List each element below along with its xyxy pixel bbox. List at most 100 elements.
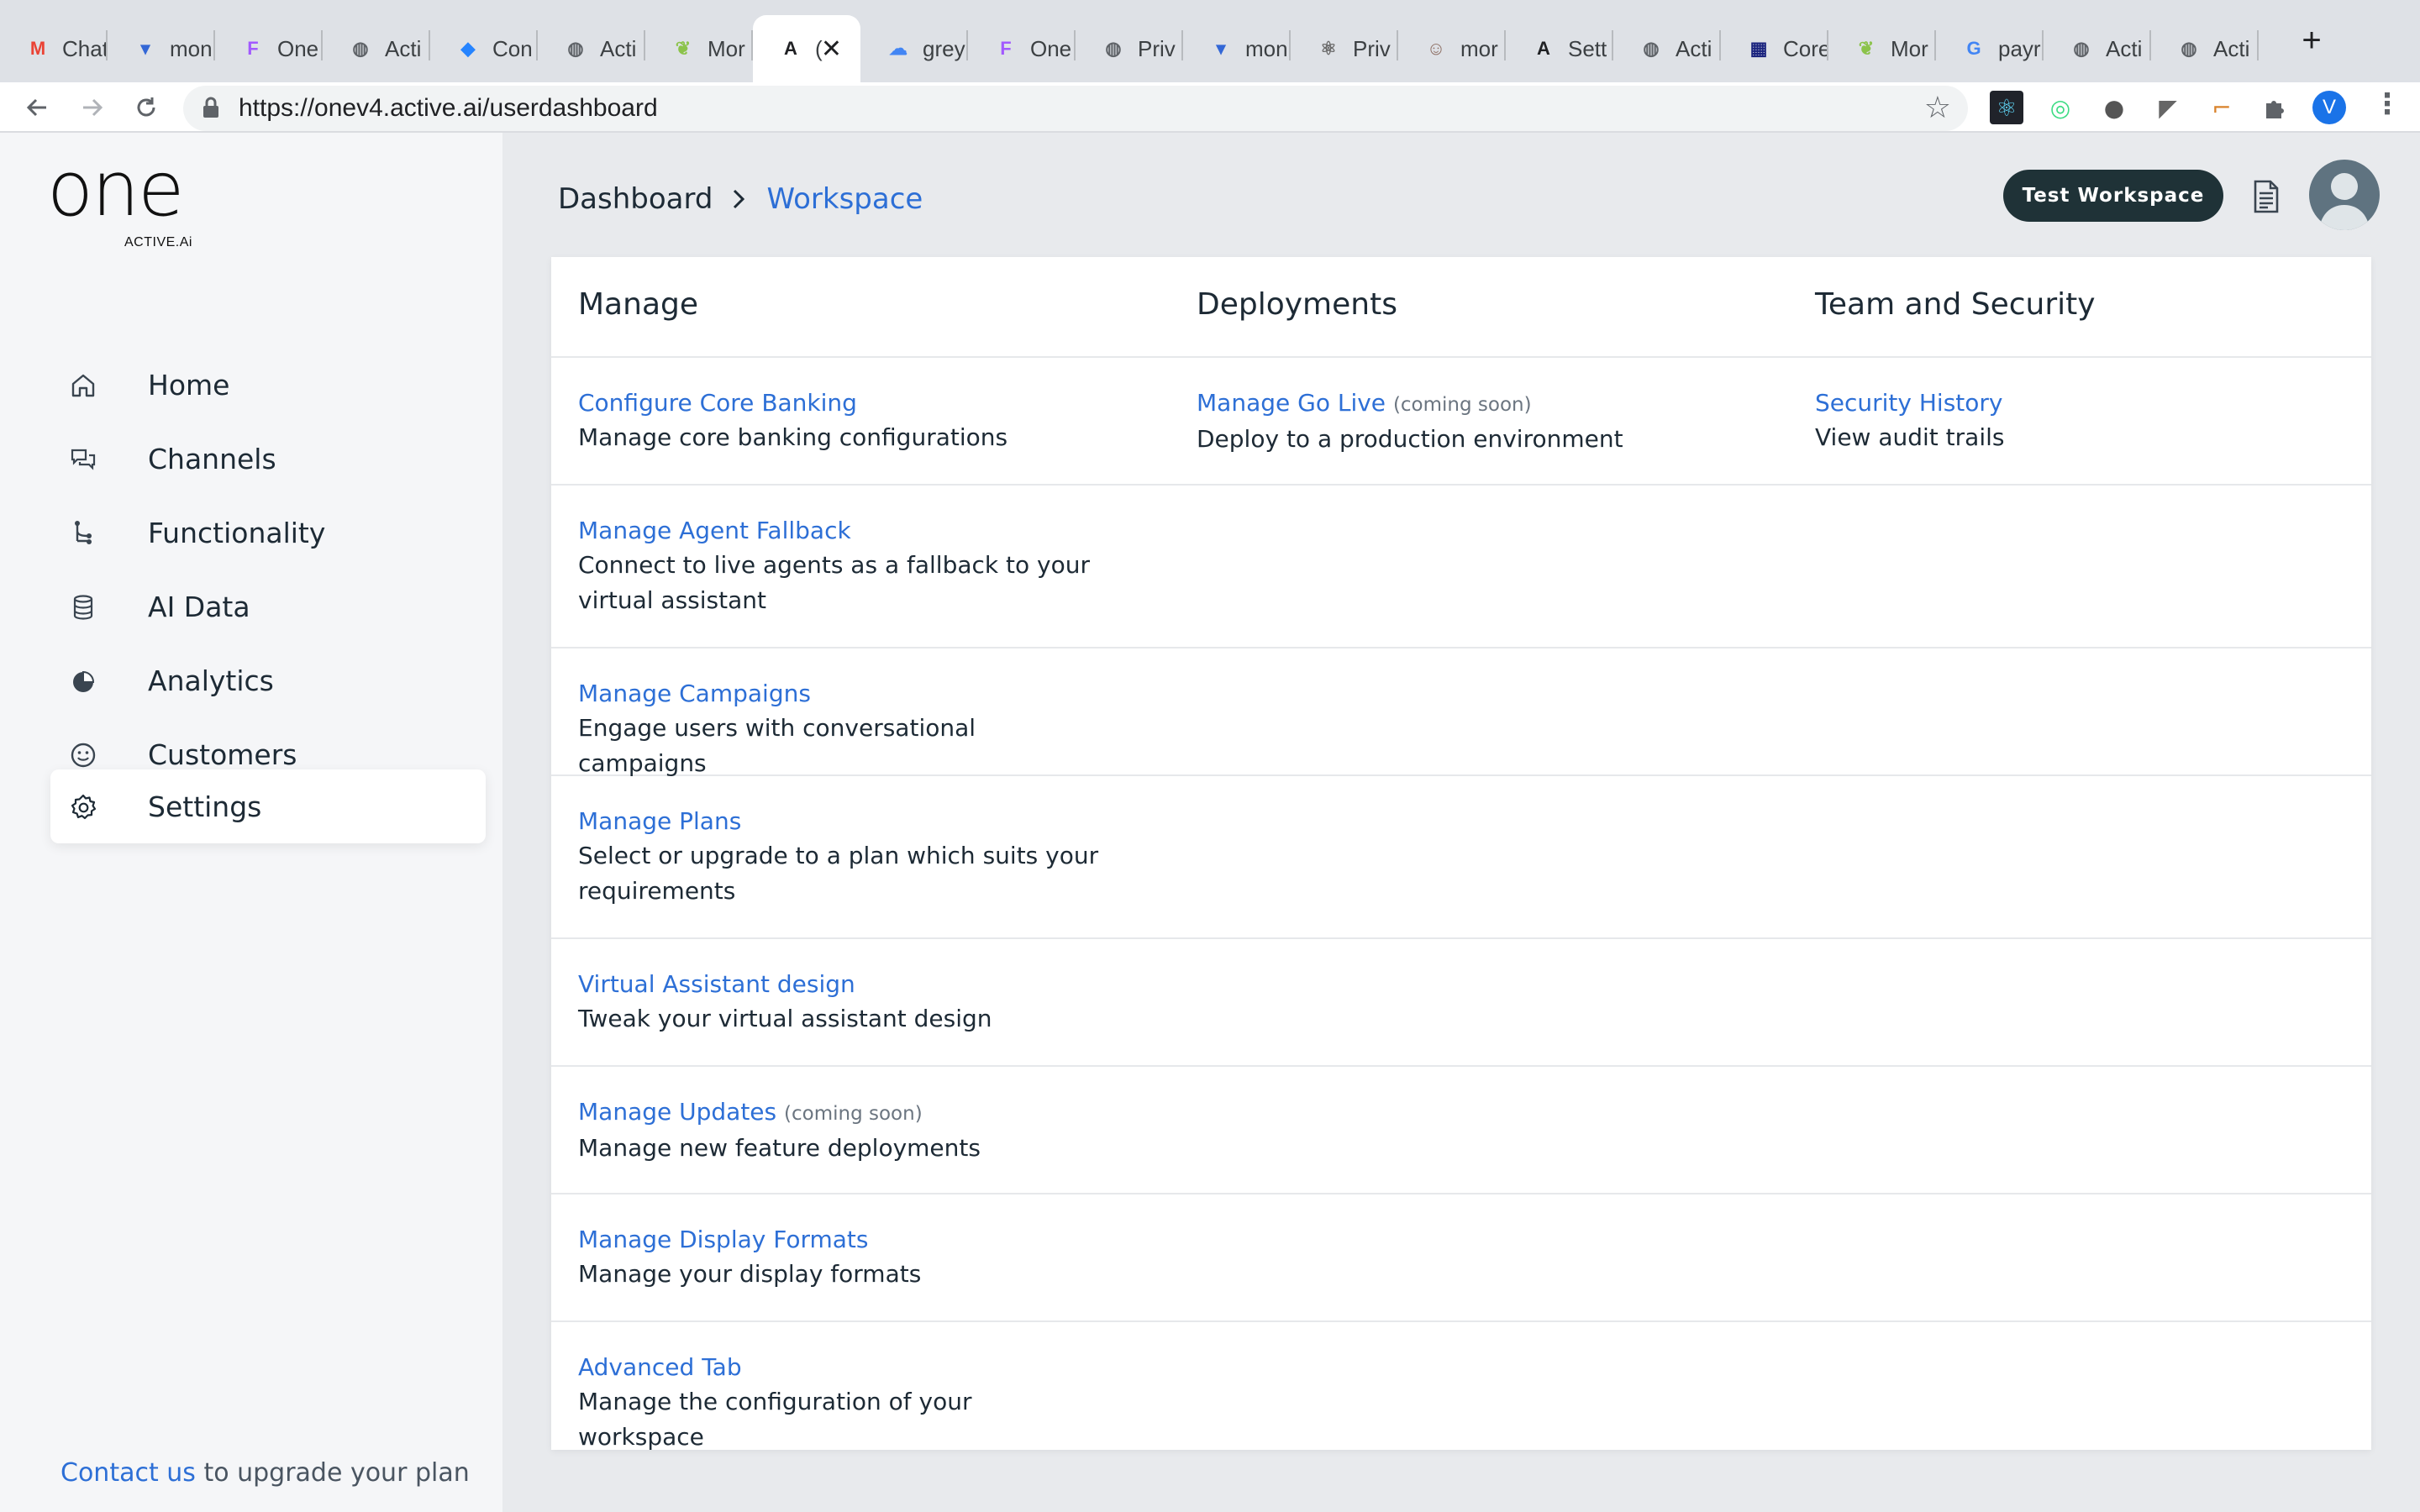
option-description: View audit trails bbox=[1815, 423, 2005, 451]
option-description: Manage new feature deployments bbox=[578, 1134, 981, 1162]
option-title[interactable]: Manage Agent Fallback bbox=[578, 514, 1099, 548]
puzzle-icon[interactable] bbox=[2259, 91, 2292, 124]
workspace-button[interactable]: Test Workspace bbox=[2003, 170, 2223, 222]
sidebar-item-settings[interactable]: Settings bbox=[50, 769, 486, 843]
gear-icon bbox=[69, 793, 97, 822]
sidebar-item-label: Customers bbox=[148, 738, 297, 771]
option-title[interactable]: Configure Core Banking bbox=[578, 386, 1099, 420]
sidebar-item-analytics[interactable]: Analytics bbox=[50, 643, 486, 717]
extension-icon[interactable]: ◤ bbox=[2151, 91, 2185, 124]
tab-title: Priv bbox=[1353, 35, 1391, 61]
favicon-icon: ◍ bbox=[1643, 38, 1660, 59]
settings-row: Manage Display Formats Manage your displ… bbox=[551, 1194, 2371, 1322]
browser-tab[interactable]: F One bbox=[215, 15, 323, 82]
sidebar-item-ai-data[interactable]: AI Data bbox=[50, 570, 486, 643]
browser-tab[interactable]: Gpayr bbox=[1936, 15, 2044, 82]
tab-title: mon bbox=[170, 35, 213, 61]
settings-option[interactable]: Manage Display Formats Manage your displ… bbox=[578, 1223, 1099, 1292]
browser-tab[interactable]: ◆ Con bbox=[430, 15, 538, 82]
extension-icon[interactable]: ◎ bbox=[2044, 91, 2077, 124]
sidebar-item-functionality[interactable]: Functionality bbox=[50, 496, 486, 570]
favicon-icon: ▾ bbox=[140, 38, 150, 59]
favicon-icon: ▾ bbox=[1216, 38, 1226, 59]
tab-title: Con bbox=[492, 35, 533, 61]
document-icon[interactable] bbox=[2252, 180, 2281, 213]
browser-tab[interactable]: ▦ Core bbox=[1721, 15, 1828, 82]
new-tab-button[interactable]: + bbox=[2294, 18, 2329, 62]
option-description: Manage your display formats bbox=[578, 1260, 922, 1288]
option-description: Deploy to a production environment bbox=[1197, 425, 1623, 453]
favicon-icon: ◆ bbox=[460, 38, 476, 59]
browser-tab[interactable]: A(✕ bbox=[753, 15, 860, 82]
flow-icon bbox=[69, 519, 97, 548]
browser-tab[interactable]: ☺ mor bbox=[1398, 15, 1506, 82]
option-title[interactable]: Manage Updates bbox=[578, 1098, 776, 1126]
browser-tab[interactable]: ❦ Mor bbox=[1828, 15, 1936, 82]
tab-title: One bbox=[277, 35, 319, 61]
settings-option[interactable]: Virtual Assistant design Tweak your virt… bbox=[578, 968, 1099, 1037]
react-devtools-icon[interactable]: ⚛ bbox=[1990, 91, 2023, 124]
sidebar-item-home[interactable]: Home bbox=[50, 348, 486, 422]
bookmark-star-icon[interactable]: ☆ bbox=[1924, 91, 1951, 125]
close-tab-icon[interactable]: ✕ bbox=[821, 34, 842, 64]
browser-tab[interactable]: ▾ mon bbox=[1183, 15, 1291, 82]
option-title[interactable]: Manage Display Formats bbox=[578, 1223, 1099, 1257]
browser-tab[interactable]: ▾ mon bbox=[108, 15, 215, 82]
settings-option[interactable]: Advanced Tab Manage the configuration of… bbox=[578, 1351, 1099, 1455]
lock-icon bbox=[202, 96, 220, 123]
address-bar[interactable]: https://onev4.active.ai/userdashboard ☆ bbox=[183, 86, 1968, 131]
favicon-icon: ◍ bbox=[2181, 38, 2197, 59]
browser-tab[interactable]: ◍ Acti bbox=[1613, 15, 1721, 82]
favicon-icon: G bbox=[1966, 38, 1981, 59]
favicon-icon: ❦ bbox=[675, 38, 692, 59]
breadcrumb-workspace[interactable]: Workspace bbox=[766, 182, 923, 216]
contact-us-link[interactable]: Contact us bbox=[60, 1458, 196, 1488]
tab-title: Chat bbox=[62, 35, 108, 61]
breadcrumb-dashboard[interactable]: Dashboard bbox=[558, 182, 713, 216]
browser-tab[interactable]: M Chat bbox=[0, 15, 108, 82]
sidebar-item-channels[interactable]: Channels bbox=[50, 422, 486, 496]
brand-logo[interactable]: one ACTIVE.Ai bbox=[47, 145, 215, 250]
browser-menu-icon[interactable]: ⋮ bbox=[2373, 87, 2402, 121]
browser-tab[interactable]: ◍ Acti bbox=[323, 15, 430, 82]
favicon-icon: A bbox=[1537, 38, 1550, 59]
brand-name: one bbox=[47, 145, 184, 234]
settings-option[interactable]: Manage Plans Select or upgrade to a plan… bbox=[578, 805, 1099, 909]
smiley-icon bbox=[69, 741, 97, 769]
pie-chart-icon bbox=[69, 667, 97, 696]
option-title[interactable]: Advanced Tab bbox=[578, 1351, 1099, 1384]
reload-icon[interactable] bbox=[124, 82, 168, 133]
settings-option[interactable]: Manage Updates (coming soon) Manage new … bbox=[578, 1095, 1099, 1166]
option-title[interactable]: Manage Campaigns bbox=[578, 677, 1099, 711]
sidebar-item-label: Analytics bbox=[148, 664, 274, 697]
browser-tab[interactable]: ⚛ Priv bbox=[1291, 15, 1398, 82]
profile-avatar[interactable]: V bbox=[2312, 91, 2346, 124]
settings-option[interactable]: Security History View audit trails bbox=[1815, 386, 2336, 455]
option-title[interactable]: Manage Go Live bbox=[1197, 389, 1386, 417]
option-title[interactable]: Virtual Assistant design bbox=[578, 968, 1099, 1001]
browser-tab[interactable]: ◍ Acti bbox=[538, 15, 645, 82]
extension-icon[interactable]: ● bbox=[2097, 91, 2131, 124]
browser-tab[interactable]: A Sett bbox=[1506, 15, 1613, 82]
settings-option[interactable]: Manage Campaigns Engage users with conve… bbox=[578, 677, 1099, 781]
settings-option[interactable]: Manage Agent Fallback Connect to live ag… bbox=[578, 514, 1099, 618]
extension-icon[interactable]: ⌐ bbox=[2205, 91, 2238, 124]
browser-tab[interactable]: ◍ Acti bbox=[2044, 15, 2151, 82]
browser-tab[interactable]: ☁ grey bbox=[860, 15, 968, 82]
settings-card: Manage Deployments Team and Security Con… bbox=[551, 257, 2371, 1451]
coming-soon-note: (coming soon) bbox=[1392, 394, 1532, 416]
browser-tab[interactable]: F One bbox=[968, 15, 1076, 82]
browser-tab[interactable]: ◍ Acti bbox=[2151, 15, 2259, 82]
coming-soon-note: (coming soon) bbox=[784, 1103, 923, 1125]
forward-icon[interactable] bbox=[71, 82, 114, 133]
browser-tab[interactable]: ◍ Priv bbox=[1076, 15, 1183, 82]
url-text[interactable]: https://onev4.active.ai/userdashboard bbox=[239, 86, 658, 131]
settings-option[interactable]: Manage Go Live (coming soon) Deploy to a… bbox=[1197, 386, 1718, 457]
settings-option[interactable]: Configure Core Banking Manage core banki… bbox=[578, 386, 1099, 455]
user-avatar[interactable] bbox=[2309, 160, 2380, 230]
tab-title: Mor bbox=[1891, 35, 1928, 61]
back-icon[interactable] bbox=[15, 82, 59, 133]
option-title[interactable]: Security History bbox=[1815, 386, 2336, 420]
option-title[interactable]: Manage Plans bbox=[578, 805, 1099, 838]
browser-tab[interactable]: ❦ Mor bbox=[645, 15, 753, 82]
